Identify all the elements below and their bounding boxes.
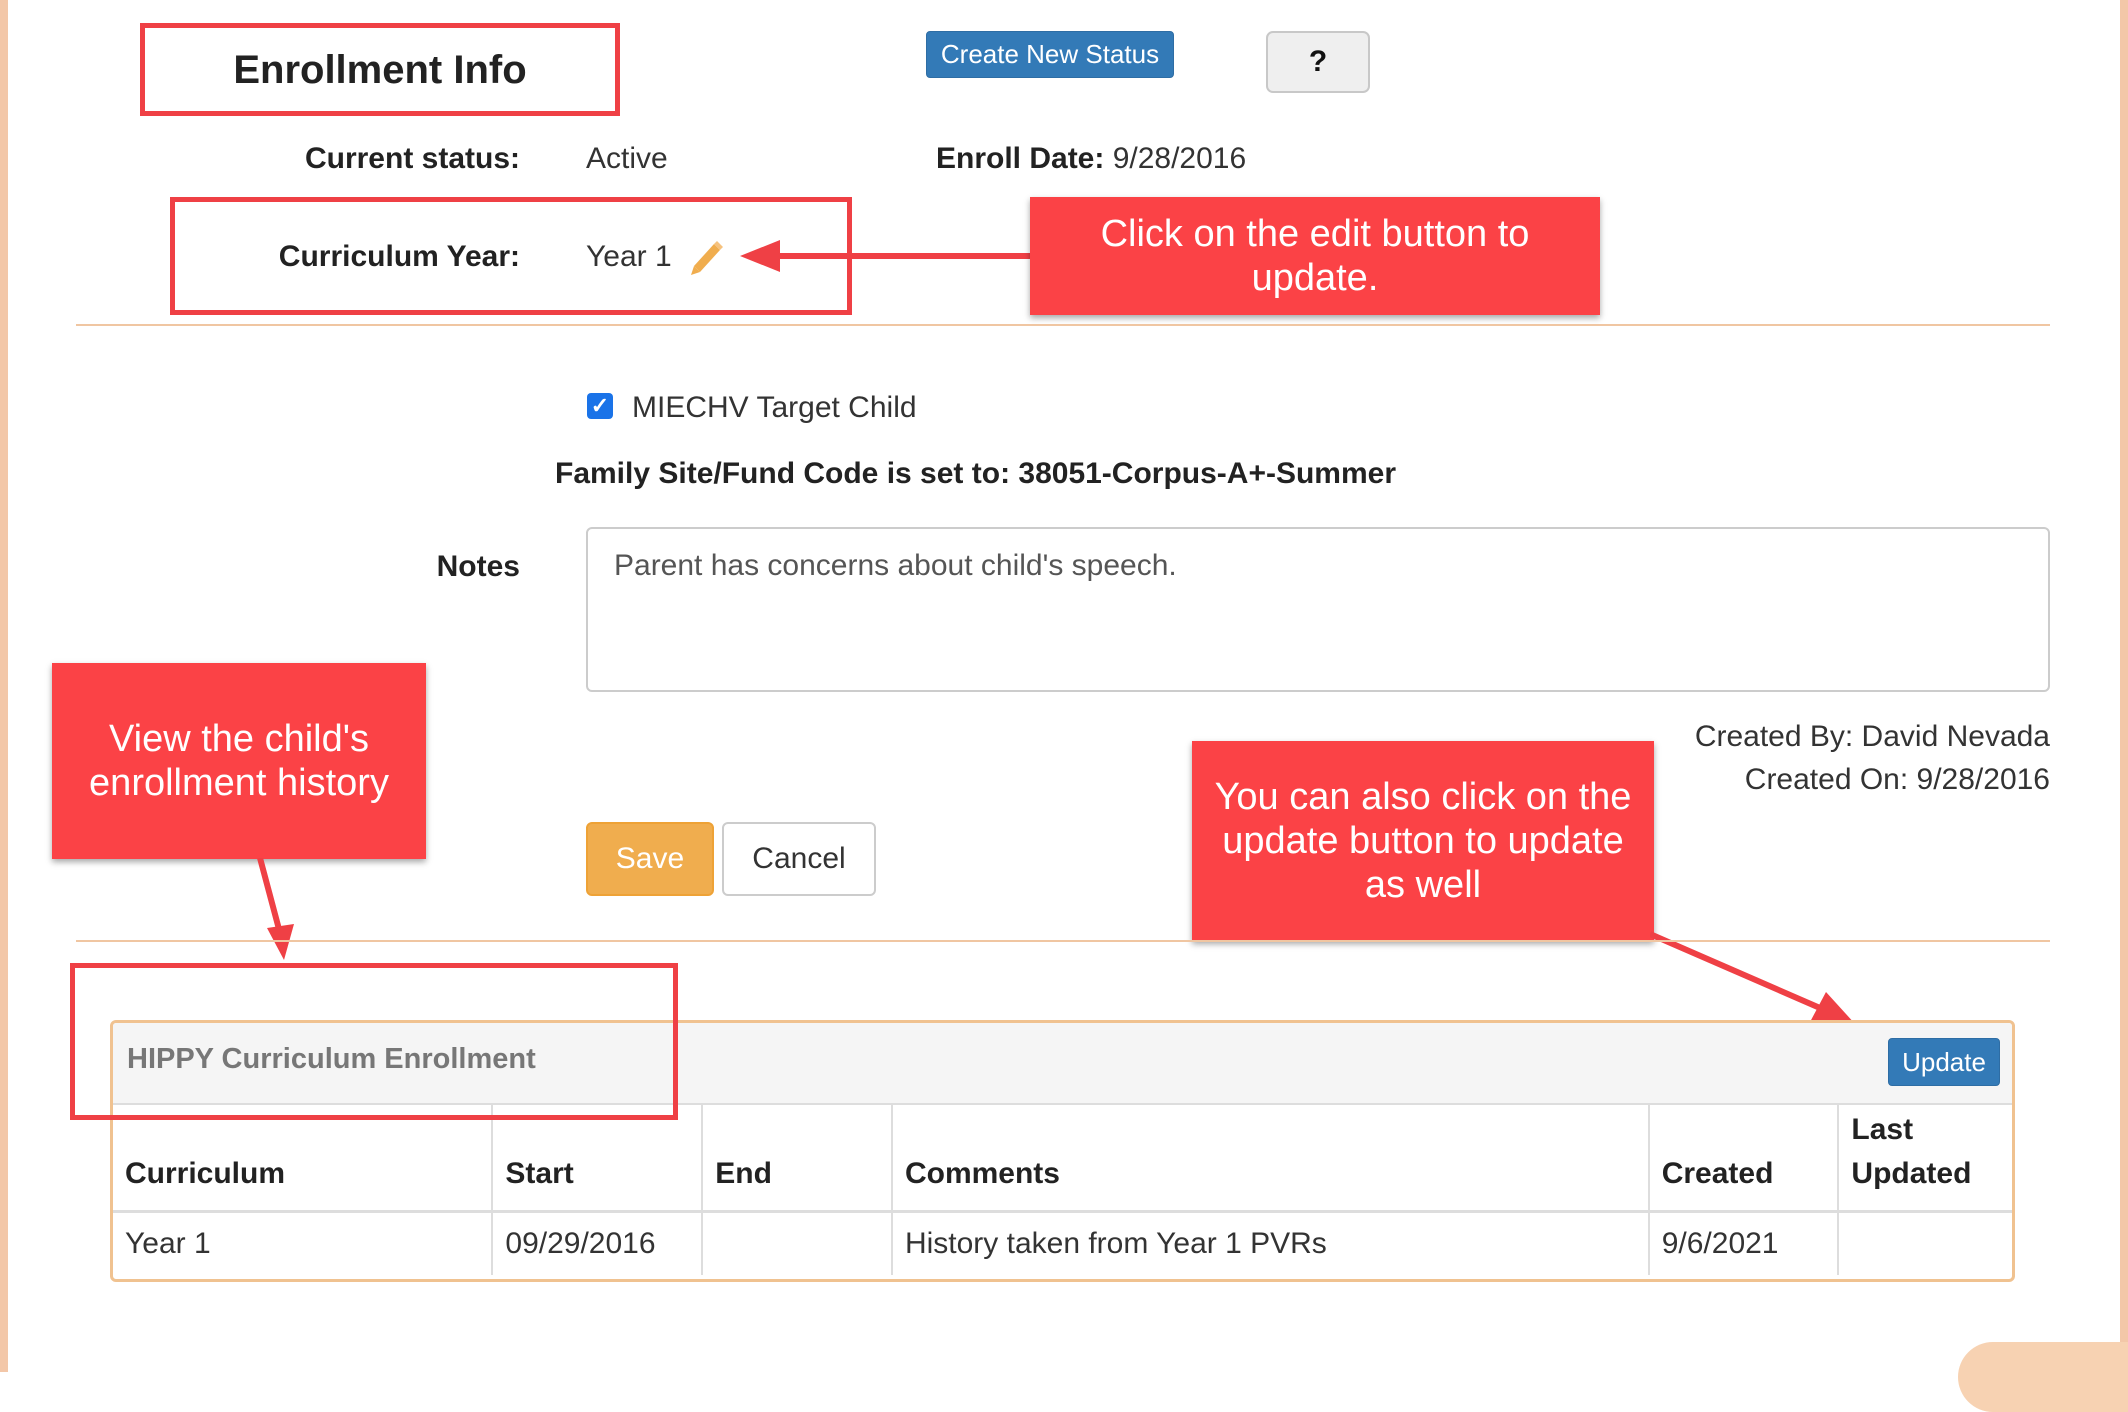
page-right-border	[2120, 0, 2128, 1372]
miechv-checkbox[interactable]: ✓	[587, 393, 613, 419]
cell-curriculum: Year 1	[113, 1211, 494, 1275]
create-new-status-button[interactable]: Create New Status	[926, 31, 1174, 78]
miechv-label: MIECHV Target Child	[632, 391, 917, 424]
page-left-border	[0, 0, 8, 1372]
column-header-last-updated: Last Updated	[1838, 1103, 2012, 1213]
curriculum-year-value: Year 1	[586, 240, 672, 273]
notes-label: Notes	[436, 550, 520, 583]
save-button[interactable]: Save	[586, 822, 714, 896]
help-button[interactable]: ?	[1266, 31, 1370, 93]
column-header-comments: Comments	[891, 1103, 1650, 1213]
corner-decoration	[1958, 1342, 2128, 1412]
column-header-end: End	[702, 1103, 893, 1213]
column-header-created: Created	[1648, 1103, 1840, 1213]
edit-callout-arrow	[740, 240, 1040, 272]
update-callout: You can also click on the update button …	[1192, 741, 1654, 941]
curriculum-year-label: Curriculum Year:	[278, 240, 520, 273]
fund-code-text: Family Site/Fund Code is set to: 38051-C…	[555, 457, 1397, 490]
edit-callout: Click on the edit button to update.	[1030, 197, 1600, 315]
page-title: Enrollment Info	[233, 48, 527, 92]
enroll-date-value: 9/28/2016	[1112, 142, 1247, 175]
section-divider-bottom	[76, 940, 2050, 942]
update-button[interactable]: Update	[1888, 1038, 2000, 1086]
history-callout-arrow	[257, 858, 294, 960]
cell-created: 9/6/2021	[1648, 1211, 1840, 1275]
current-status-value: Active	[586, 142, 668, 175]
cancel-button[interactable]: Cancel	[722, 822, 876, 896]
panel-title-highlight-box	[70, 963, 678, 1120]
cell-comments: History taken from Year 1 PVRs	[891, 1211, 1650, 1275]
current-status-label: Current status:	[304, 142, 520, 175]
cell-last-updated	[1838, 1211, 2012, 1275]
section-divider-top	[76, 324, 2050, 326]
update-callout-arrow	[1650, 931, 1856, 1025]
enroll-date-label: Enroll Date:	[936, 142, 1105, 175]
history-callout: View the child's enrollment history	[52, 663, 426, 859]
cell-end	[702, 1211, 893, 1275]
pencil-icon[interactable]	[688, 236, 724, 276]
notes-textarea[interactable]: Parent has concerns about child's speech…	[586, 527, 2050, 692]
curriculum-table: Curriculum Start End Comments Created La…	[113, 1103, 2012, 1275]
cell-start: 09/29/2016	[492, 1211, 704, 1275]
table-row: Year 1 09/29/2016 History taken from Yea…	[113, 1211, 2012, 1275]
enroll-date: Enroll Date: 9/28/2016	[936, 142, 1246, 176]
